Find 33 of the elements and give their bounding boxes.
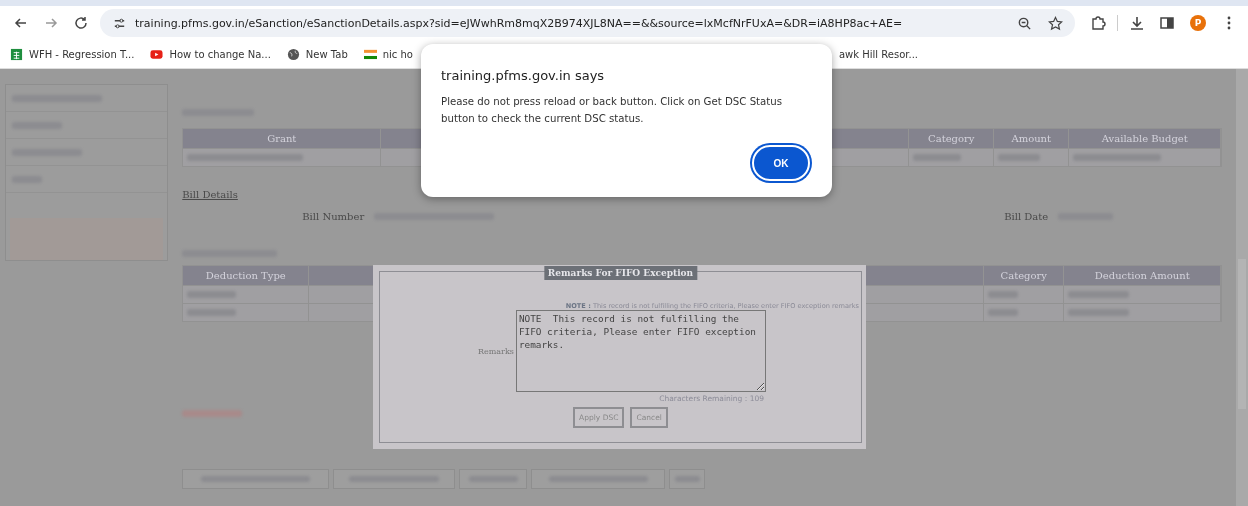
field-label: Remarks (478, 346, 514, 356)
download-icon[interactable] (1129, 15, 1145, 31)
field-label: Bill Number (302, 211, 365, 222)
column-header: Amount (1011, 133, 1052, 144)
column-header: Grant (267, 133, 297, 144)
ok-button[interactable]: OK (752, 145, 810, 181)
puzzle-icon[interactable] (1090, 15, 1106, 31)
play-icon (150, 47, 164, 61)
bookmark[interactable]: New Tab (286, 47, 348, 61)
bookmark[interactable]: WFH - Regression T... (10, 47, 135, 61)
section-heading: Bill Details (182, 189, 238, 200)
column-header: Available Budget (1101, 133, 1188, 144)
alert-message: Please do not press reload or back button. Click on Get DSC Status button to check the current DSC status. (441, 95, 784, 126)
alert-title: training.pfms.gov.in says (441, 68, 606, 83)
field-label: Bill Date (1004, 211, 1049, 222)
bookmark[interactable]: How to change Na... (150, 47, 271, 61)
column-header: Deduction Type (205, 270, 286, 281)
bookmark[interactable]: nic ho (363, 47, 413, 61)
column-header: Category (1000, 270, 1047, 281)
zoom-icon[interactable] (1017, 15, 1032, 31)
spreadsheet-icon (10, 47, 23, 61)
remarks-field[interactable]: NOTE This record is not fulfilling the FIFO criteria, Please enter FIFO exception remarks. (515, 310, 766, 392)
column-header: Deduction Amount (1094, 270, 1190, 281)
star-icon[interactable] (1048, 15, 1063, 31)
column-header: Category (928, 133, 975, 144)
globe-icon (286, 47, 300, 61)
side-panel-icon[interactable] (1159, 15, 1175, 31)
flag-icon (363, 47, 377, 61)
scrollbar[interactable] (1236, 69, 1248, 506)
reload-icon[interactable] (73, 15, 89, 31)
address-bar[interactable]: training.pfms.gov.in/eSanction/eSanctionDetails.aspx?sid=eJWwhRm8mqX2B974XJL8NA==&&source=lxMcfNrFUxA=&DR=iA8HP8ac+AE= (100, 9, 1075, 37)
dialog-title: Remarks For FIFO Exception (543, 266, 698, 280)
bookmark[interactable]: awk Hill Resor... (839, 48, 918, 60)
